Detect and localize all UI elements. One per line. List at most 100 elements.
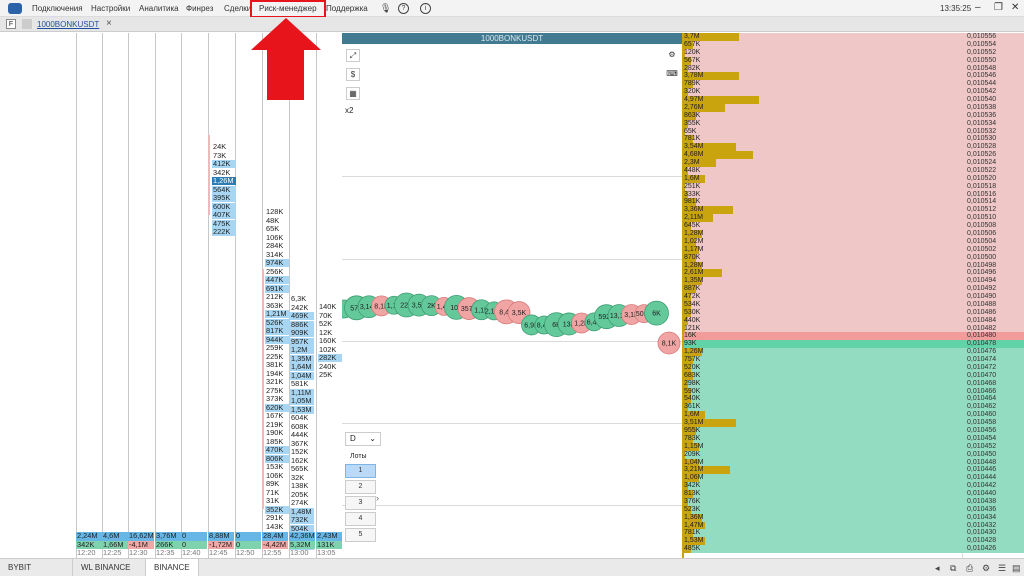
info-icon[interactable]: i [420,3,431,14]
minimize-icon[interactable]: ‒ [975,2,981,13]
order-book-row[interactable]: 1,06M 0,010444 [682,474,1024,483]
close-icon[interactable]: ✕ [1011,2,1019,13]
print-icon[interactable]: ⎙ [966,563,973,574]
lot-option[interactable]: 5 [345,528,376,542]
order-book-row[interactable]: 781K 0,010430 [682,529,1024,538]
tab-wl-binance[interactable]: WL BINANCE [72,559,139,576]
order-book-row[interactable]: 1,6M 0,010520 [682,174,1024,183]
total-cell: 42,36M [289,532,315,541]
order-book-row[interactable]: 590K 0,010466 [682,387,1024,396]
order-book-row[interactable]: 3,51M 0,010458 [682,419,1024,427]
order-book-row[interactable]: 1,47M 0,010432 [682,521,1024,530]
lot-option[interactable]: 4 [345,512,376,526]
order-book-row[interactable]: 16K 0,010480 [682,332,1024,341]
order-book-row[interactable]: 813K 0,010440 [682,490,1024,498]
order-book-row[interactable]: 342K 0,010442 [682,482,1024,491]
order-book-row[interactable]: 1,02M 0,010504 [682,237,1024,246]
order-book-row[interactable]: 209K 0,010450 [682,450,1024,459]
copy-icon[interactable]: ⧉ [950,563,956,574]
order-book-row[interactable]: 1,04M 0,010448 [682,458,1024,467]
tab-instrument[interactable]: 1000BONKUSDT [37,20,99,29]
order-book-row[interactable]: 520K 0,010472 [682,363,1024,372]
order-book-row[interactable]: 65K 0,010532 [682,127,1024,136]
menu-connections[interactable]: Подключения [32,4,83,13]
order-book-row[interactable]: 3,7M 0,010556 [682,33,1024,41]
order-book-row[interactable]: 93K 0,010478 [682,340,1024,349]
volume-value: 472K [684,293,701,301]
tab-binance[interactable]: BINANCE [145,559,199,576]
order-book-row[interactable]: 1,26M 0,010476 [682,348,1024,357]
order-book-row[interactable]: 781K 0,010530 [682,135,1024,144]
menu-support[interactable]: Поддержка [326,4,368,13]
order-book-row[interactable]: 2,11M 0,010510 [682,214,1024,223]
tab-close-icon[interactable]: × [106,18,112,29]
order-book-row[interactable]: 887K 0,010492 [682,285,1024,294]
order-book-row[interactable]: 870K 0,010500 [682,253,1024,262]
lot-option[interactable]: 1 [345,464,376,478]
order-book-row[interactable]: 3,36M 0,010512 [682,206,1024,215]
order-book-row[interactable]: 523K 0,010436 [682,505,1024,514]
order-book-row[interactable]: 981K 0,010514 [682,198,1024,207]
order-book-row[interactable]: 376K 0,010438 [682,497,1024,506]
order-book-row[interactable]: 534K 0,010488 [682,300,1024,309]
order-book-row[interactable]: 1,6M 0,010460 [682,411,1024,420]
order-book-row[interactable]: 1,53M 0,010428 [682,537,1024,546]
order-book-row[interactable]: 320K 0,010542 [682,88,1024,97]
favorite-button[interactable]: F [6,19,16,29]
chevron-right-icon[interactable]: › [376,493,379,503]
layout-icon[interactable]: ▤ [1012,563,1021,574]
order-book-row[interactable]: 3,21M 0,010446 [682,466,1024,475]
lot-option[interactable]: 3 [345,496,376,510]
order-book-row[interactable]: 4,68M 0,010526 [682,151,1024,160]
interval-select[interactable]: D ⌄ [345,432,381,446]
order-book-row[interactable]: 361K 0,010462 [682,403,1024,412]
order-book-row[interactable]: 1,17M 0,010502 [682,245,1024,254]
order-book-row[interactable]: 683K 0,010470 [682,371,1024,380]
order-book-row[interactable]: 540K 0,010464 [682,395,1024,404]
order-book-row[interactable]: 657K 0,010554 [682,40,1024,49]
order-book-row[interactable]: 567K 0,010550 [682,56,1024,65]
order-book-row[interactable]: 2,3M 0,010524 [682,159,1024,167]
order-book-row[interactable]: 298K 0,010468 [682,379,1024,388]
order-book-row[interactable]: 1,15M 0,010452 [682,442,1024,451]
order-book-row[interactable]: 251K 0,010518 [682,182,1024,191]
price-value: 0,010510 [967,214,997,222]
order-book-row[interactable]: 1,28M 0,010498 [682,261,1024,270]
order-book-row[interactable]: 863K 0,010536 [682,111,1024,120]
order-book-row[interactable]: 121K 0,010482 [682,324,1024,333]
order-book-row[interactable]: 1,28M 0,010506 [682,230,1024,238]
order-book-row[interactable]: 4,97M 0,010540 [682,96,1024,104]
order-book-row[interactable]: 1,36M 0,010434 [682,513,1024,522]
order-book-row[interactable]: 472K 0,010490 [682,293,1024,301]
arrow-left-icon[interactable]: ◂ [935,563,940,574]
mic-off-icon[interactable]: 🎙 [380,3,391,14]
order-book-row[interactable]: 530K 0,010486 [682,308,1024,317]
order-book-row[interactable]: 448K 0,010522 [682,166,1024,175]
order-book-row[interactable]: 757K 0,010474 [682,356,1024,364]
order-book-row[interactable]: 1,35M 0,010494 [682,277,1024,286]
gear-icon[interactable]: ⚙ [982,563,990,574]
order-book-row[interactable]: 783K 0,010454 [682,434,1024,443]
order-book-row[interactable]: 2,61M 0,010496 [682,269,1024,278]
lot-option[interactable]: 2 [345,480,376,494]
menu-finrez[interactable]: Финрез [186,4,213,13]
menu-trades[interactable]: Сделки [224,4,251,13]
order-book-row[interactable]: 282K 0,010548 [682,64,1024,73]
order-book-row[interactable]: 120K 0,010552 [682,48,1024,57]
help-icon[interactable]: ? [398,3,409,14]
order-book-row[interactable]: 3,78M 0,010546 [682,72,1024,81]
order-book-row[interactable]: 789K 0,010544 [682,80,1024,89]
order-book-row[interactable]: 2,76M 0,010538 [682,103,1024,112]
order-book-row[interactable]: 485K 0,010426 [682,545,1024,554]
order-book-row[interactable]: 3,54M 0,010528 [682,143,1024,152]
order-book-row[interactable]: 355K 0,010534 [682,119,1024,128]
order-book-row[interactable]: 955K 0,010456 [682,427,1024,435]
menu-settings[interactable]: Настройки [91,4,130,13]
order-book-row[interactable]: 440K 0,010484 [682,316,1024,325]
menu-icon[interactable]: ☰ [998,563,1006,574]
order-book-row[interactable]: 333K 0,010516 [682,190,1024,199]
order-book-row[interactable]: 645K 0,010508 [682,222,1024,230]
menu-analytics[interactable]: Аналитика [139,4,179,13]
restore-icon[interactable]: ❐ [994,2,1003,13]
tab-bybit[interactable]: BYBIT [0,559,39,576]
